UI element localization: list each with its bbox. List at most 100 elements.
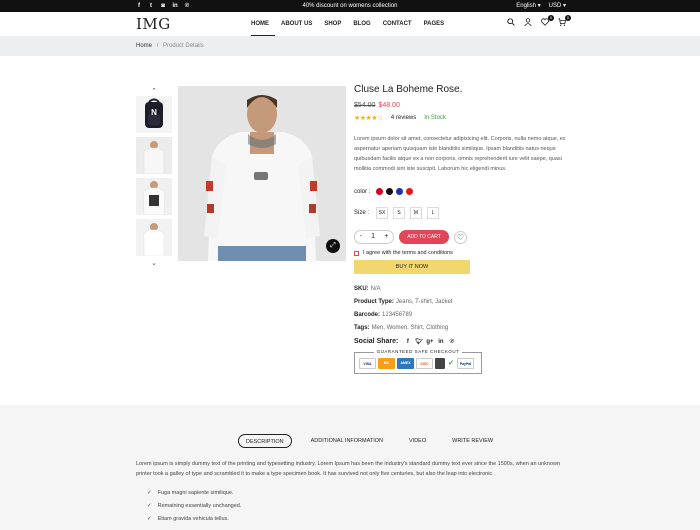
nav-blog[interactable]: BLOG <box>347 12 376 36</box>
language-select[interactable]: English ▾ <box>516 0 540 12</box>
nav-about-us[interactable]: ABOUT US <box>275 12 318 36</box>
share-google-plus-icon[interactable]: g+ <box>426 339 433 345</box>
secure-shield-icon: ✓ <box>447 358 455 369</box>
cart-row: - 1 + ADD TO CART ♡ <box>354 230 569 244</box>
heart-icon[interactable]: ♡ <box>454 230 467 244</box>
sku-value: N/A <box>370 286 381 292</box>
user-icon[interactable] <box>524 18 532 27</box>
old-price: $54.00 <box>354 102 376 109</box>
color-swatch-blue[interactable] <box>396 188 404 195</box>
size-option-s[interactable]: S <box>393 207 406 219</box>
color-swatch-red[interactable] <box>376 188 384 195</box>
size-label: Size : <box>354 210 370 216</box>
product-title: Cluse La Boheme Rose. <box>354 84 463 95</box>
top-bar: 40% discount on womens collection f t ◙ … <box>0 0 700 12</box>
share-linkedin-icon[interactable]: in <box>437 339 444 345</box>
tab-description[interactable]: DESCRIPTION <box>238 434 292 448</box>
search-icon[interactable] <box>507 18 515 26</box>
product-details-section: DESCRIPTION ADDITIONAL INFORMATION VIDEO… <box>0 405 700 530</box>
visa-icon: VISA <box>359 358 376 369</box>
wishlist-icon[interactable]: 0 <box>541 15 554 26</box>
thumbnail-tshirt-3[interactable] <box>136 219 172 256</box>
logo[interactable]: IMG <box>136 15 171 33</box>
sku-label: SKU: <box>354 286 369 292</box>
social-share-label: Social Share: <box>354 338 399 345</box>
social-links: f t ◙ in ℗ <box>136 0 190 12</box>
product-meta: SKU: N/A Product Type: Jeans, T-shirt, Jac… <box>354 283 569 335</box>
tab-video[interactable]: VIDEO <box>402 434 433 448</box>
thumbnail-gallery: ⌃ N ⌄ <box>136 88 172 268</box>
add-to-cart-button[interactable]: ADD TO CART <box>399 230 449 244</box>
list-item: ✓ Etiam gravida vehicula tellus. <box>147 516 229 522</box>
main-product-image: ⤢ <box>178 86 346 261</box>
check-icon: ✓ <box>147 490 152 496</box>
tab-write-review[interactable]: WRITE REVIEW <box>445 434 500 448</box>
nav-pages[interactable]: PAGES <box>418 12 451 36</box>
cart-count-badge: 0 <box>565 15 571 21</box>
barcode-value: 123456789 <box>382 312 413 318</box>
breadcrumb-current: Product Details <box>163 43 204 49</box>
tab-additional-information[interactable]: ADDITIONAL INFORMATION <box>304 434 390 448</box>
increase-qty-button[interactable]: + <box>384 231 388 243</box>
reviews-count[interactable]: 4 reviews <box>391 115 416 121</box>
check-icon: ✓ <box>147 503 152 509</box>
color-swatch-red-2[interactable] <box>406 188 414 195</box>
expand-icon[interactable]: ⤢ <box>326 239 340 253</box>
buy-now-button[interactable]: BUY IT NOW <box>354 260 470 274</box>
rating-stars: ★★★★☆ <box>354 115 383 122</box>
promo-text: 40% discount on womens collection <box>302 3 398 9</box>
share-pinterest-icon[interactable]: ℗ <box>448 339 455 345</box>
social-share: Social Share: f 🐦︎ g+ in ℗ <box>354 338 569 345</box>
payment-cards: VISA MC AMEX DISC ✓ PayPal <box>359 358 474 369</box>
breadcrumb-separator: / <box>156 43 159 49</box>
size-option-sx[interactable]: SX <box>376 207 389 219</box>
share-twitter-icon[interactable]: 🐦︎ <box>415 338 423 345</box>
share-facebook-icon[interactable]: f <box>404 339 411 345</box>
check-icon: ✓ <box>147 516 152 522</box>
wishlist-count-badge: 0 <box>548 15 554 21</box>
mastercard-icon: MC <box>378 358 395 369</box>
svg-text:N: N <box>151 108 157 117</box>
twitter-icon[interactable]: t <box>148 3 154 9</box>
discover-icon: DISC <box>416 358 433 369</box>
currency-select[interactable]: USD ▾ <box>549 0 566 12</box>
tags-value: Men, Women, Shirt, Clothing <box>371 325 449 331</box>
size-option-m[interactable]: M <box>410 207 423 219</box>
size-option-l[interactable]: L <box>427 207 440 219</box>
paypal-icon: PayPal <box>457 358 474 369</box>
terms-checkbox[interactable] <box>354 250 359 256</box>
nav-contact[interactable]: CONTACT <box>377 12 418 36</box>
instagram-icon[interactable]: ◙ <box>160 3 166 9</box>
nav-shop[interactable]: SHOP <box>318 12 347 36</box>
color-swatch-black[interactable] <box>386 188 394 195</box>
product-description: Lorem ipsum dolor sit amet, consectetur … <box>354 136 566 172</box>
nav-home[interactable]: HOME <box>251 12 275 36</box>
quantity-stepper: - 1 + <box>354 230 394 244</box>
cart-icon[interactable]: 0 <box>558 15 571 26</box>
main-nav: HOME ABOUT US SHOP BLOG CONTACT PAGES <box>251 12 450 36</box>
stock-status: In Stock <box>424 115 446 121</box>
site-header: IMG HOME ABOUT US SHOP BLOG CONTACT PAGE… <box>0 12 700 36</box>
safe-checkout-badge: GUARANTEED SAFE CHECKOUT VISA MC AMEX DI… <box>354 349 482 374</box>
linkedin-icon[interactable]: in <box>172 3 178 9</box>
pinterest-icon[interactable]: ℗ <box>184 3 190 9</box>
quantity-value[interactable]: 1 <box>371 231 375 243</box>
facebook-icon[interactable]: f <box>136 3 142 9</box>
chevron-up-icon[interactable]: ⌃ <box>136 88 172 96</box>
thumbnail-tshirt-2[interactable] <box>136 178 172 215</box>
decrease-qty-button[interactable]: - <box>360 231 362 243</box>
thumbnail-backpack[interactable]: N <box>136 96 172 133</box>
terms-agreement: I agree with the terms and conditions <box>354 250 569 256</box>
product-type-label: Product Type: <box>354 299 394 305</box>
color-selector: color : <box>354 188 569 195</box>
color-label: color : <box>354 188 371 195</box>
barcode-label: Barcode: <box>354 312 381 318</box>
list-item: ✓ Remaining essentially unchanged. <box>147 503 242 509</box>
rating-row: ★★★★☆ 4 reviews In Stock <box>354 114 569 122</box>
breadcrumb: Home / Product Details <box>0 36 700 56</box>
list-item: ✓ Fuga magni sapiente similique. <box>147 490 234 496</box>
thumbnail-tshirt-1[interactable] <box>136 137 172 174</box>
breadcrumb-home[interactable]: Home <box>136 43 152 49</box>
chevron-down-icon[interactable]: ⌄ <box>136 260 172 268</box>
description-text: Lorem ipsum is simply dummy text of the … <box>136 461 561 477</box>
